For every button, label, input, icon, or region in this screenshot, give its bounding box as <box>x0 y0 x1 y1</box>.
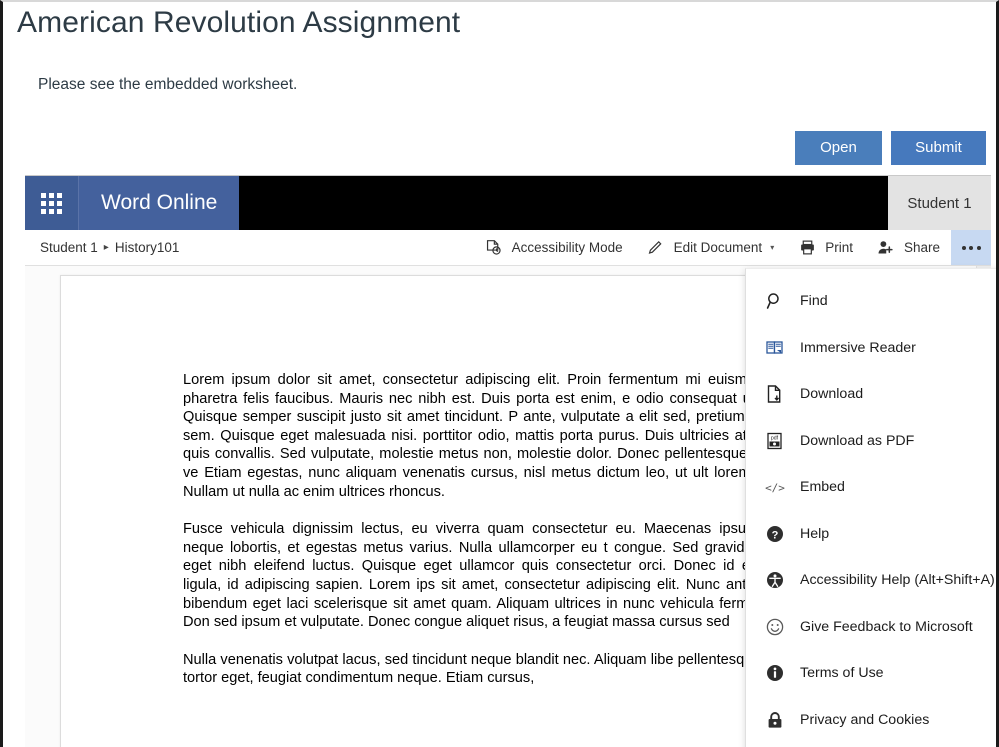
menu-label: Privacy and Cookies <box>800 711 930 728</box>
breadcrumb-folder[interactable]: History101 <box>115 240 180 255</box>
smiley-icon <box>764 616 786 638</box>
waffle-grid-icon <box>41 192 62 214</box>
menu-label: Terms of Use <box>800 665 884 682</box>
menu-label: Give Feedback to Microsoft <box>800 618 973 635</box>
page-title: American Revolution Assignment <box>17 6 461 39</box>
accessibility-help-icon <box>764 569 786 591</box>
submit-button[interactable]: Submit <box>891 131 986 165</box>
menu-item-privacy-and-cookies[interactable]: Privacy and Cookies <box>746 697 996 744</box>
svg-text:?: ? <box>772 529 779 541</box>
document-paragraph: Lorem ipsum dolor sit amet, consectetur … <box>183 372 793 500</box>
menu-item-download-as-pdf[interactable]: pdf Download as PDF <box>746 418 996 465</box>
menu-item-accessibility-help[interactable]: Accessibility Help (Alt+Shift+A) <box>746 557 996 604</box>
open-button[interactable]: Open <box>795 131 882 165</box>
accessibility-mode-icon <box>483 237 505 259</box>
lock-icon <box>764 709 786 731</box>
suite-bar: Word Online Student 1 <box>25 176 991 230</box>
ellipsis-icon <box>961 245 981 250</box>
share-button[interactable]: Share <box>864 230 951 265</box>
assignment-description: Please see the embedded worksheet. <box>38 76 298 93</box>
document-text: Lorem ipsum dolor sit amet, consectetur … <box>183 371 793 707</box>
svg-text:pdf: pdf <box>771 435 779 441</box>
assignment-actions: Open Submit <box>795 131 986 165</box>
share-label: Share <box>903 240 940 255</box>
edit-document-button[interactable]: Edit Document ▾ <box>634 230 786 265</box>
menu-item-download[interactable]: Download <box>746 371 996 418</box>
print-button[interactable]: Print <box>785 230 864 265</box>
pencil-icon <box>645 237 667 259</box>
help-question-icon: ? <box>764 523 786 545</box>
edit-document-label: Edit Document <box>673 240 763 255</box>
menu-item-immersive-reader[interactable]: Immersive Reader <box>746 325 996 372</box>
account-name[interactable]: Student 1 <box>888 176 991 230</box>
command-bar: Student 1 ▸ History101 Accessibility Mod… <box>25 230 991 266</box>
share-person-icon <box>875 237 897 259</box>
immersive-reader-icon <box>764 337 786 359</box>
download-icon <box>764 383 786 405</box>
breadcrumb-owner[interactable]: Student 1 <box>40 240 98 255</box>
printer-icon <box>796 237 818 259</box>
menu-label: Find <box>800 293 828 310</box>
document-paragraph: Nulla venenatis volutpat lacus, sed tinc… <box>183 651 793 687</box>
breadcrumb-separator-icon: ▸ <box>103 242 109 253</box>
menu-item-find[interactable]: Find <box>746 278 996 325</box>
more-options-menu: Find Immersive Reader Download pdf Downl… <box>745 268 996 747</box>
accessibility-mode-label: Accessibility Mode <box>511 240 623 255</box>
menu-label: Download <box>800 386 864 403</box>
menu-label: Help <box>800 525 830 542</box>
document-paragraph: Fusce vehicula dignissim lectus, eu vive… <box>183 521 793 631</box>
menu-label: Accessibility Help (Alt+Shift+A) <box>800 572 995 589</box>
pdf-icon: pdf <box>764 430 786 452</box>
menu-item-give-feedback[interactable]: Give Feedback to Microsoft <box>746 604 996 651</box>
search-icon <box>764 290 786 312</box>
app-launcher-button[interactable] <box>25 176 79 230</box>
chevron-down-icon: ▾ <box>770 243 775 252</box>
breadcrumb: Student 1 ▸ History101 <box>25 240 179 255</box>
menu-item-help[interactable]: ? Help <box>746 511 996 558</box>
assignment-page: American Revolution Assignment Please se… <box>0 0 999 747</box>
menu-item-terms-of-use[interactable]: Terms of Use <box>746 650 996 697</box>
svg-text:</>: </> <box>765 482 785 495</box>
command-bar-actions: Accessibility Mode Edit Document ▾ Print… <box>472 230 991 265</box>
more-options-button[interactable] <box>951 230 991 265</box>
menu-label: Embed <box>800 479 845 496</box>
info-icon <box>764 662 786 684</box>
print-label: Print <box>825 240 853 255</box>
embed-code-icon: </> <box>764 476 786 498</box>
menu-label: Download as PDF <box>800 432 915 449</box>
menu-item-embed[interactable]: </> Embed <box>746 464 996 511</box>
accessibility-mode-button[interactable]: Accessibility Mode <box>472 230 634 265</box>
suite-bar-spacer <box>239 176 888 230</box>
menu-label: Immersive Reader <box>800 339 916 356</box>
word-online-brand[interactable]: Word Online <box>79 176 240 230</box>
